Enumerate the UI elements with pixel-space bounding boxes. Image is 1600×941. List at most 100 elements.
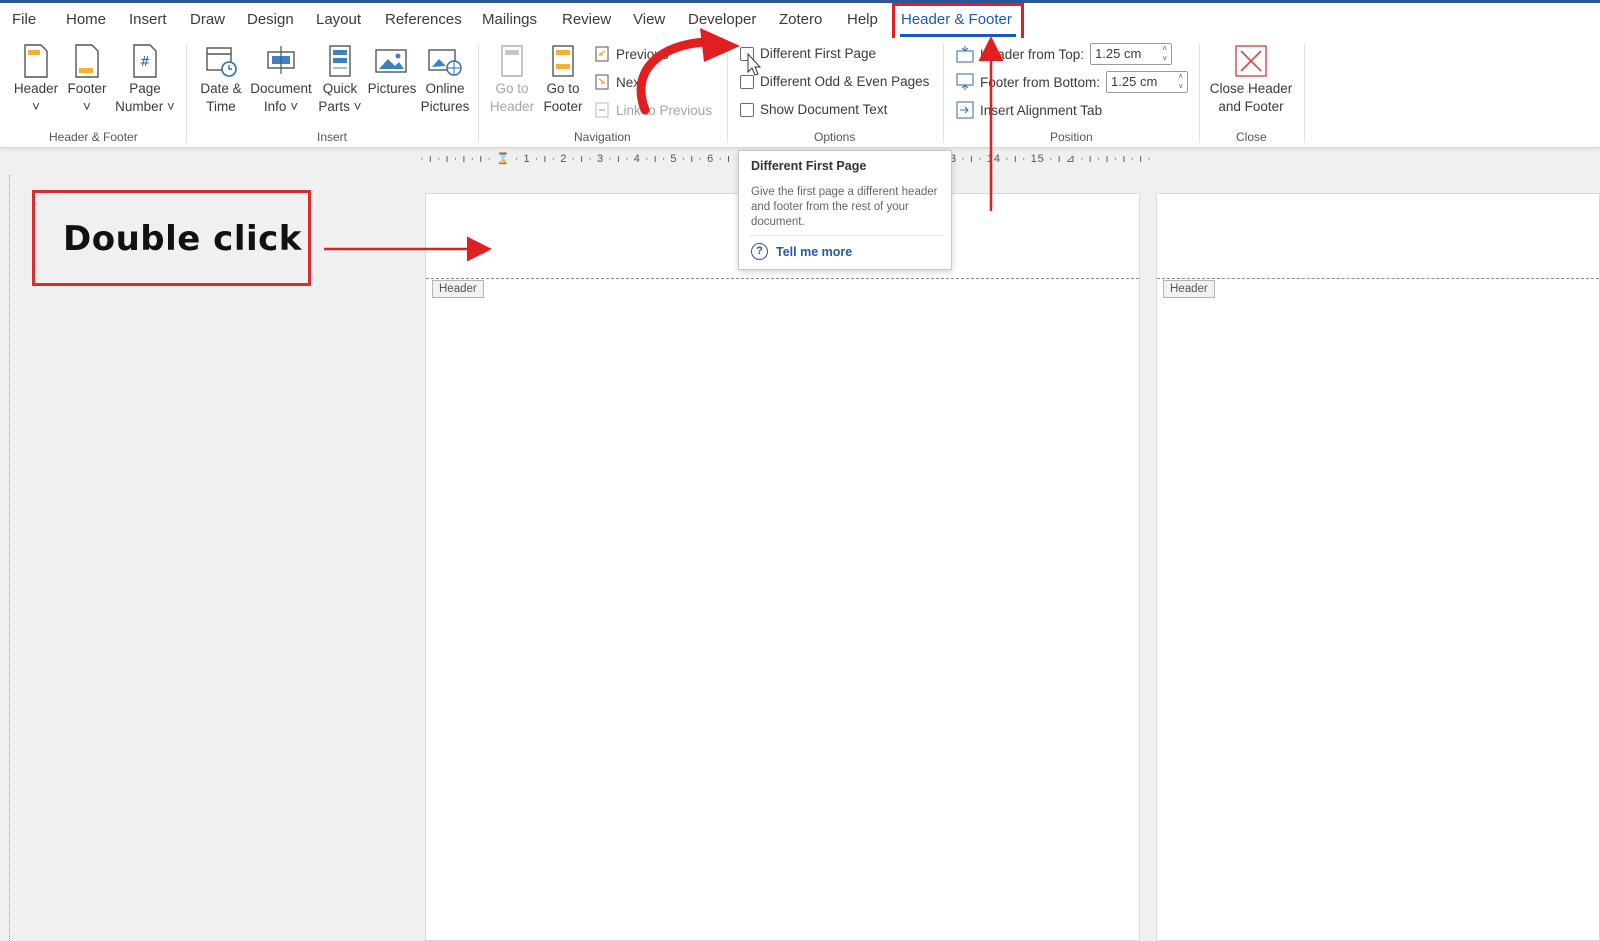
header-from-top-row: Header from Top: 1.25 cm ˄ ˅ (956, 43, 1173, 65)
header-boundary-line (426, 278, 1139, 279)
tab-layout[interactable]: Layout (316, 11, 361, 28)
different-odd-even-option[interactable]: Different Odd & Even Pages (740, 74, 929, 89)
tooltip-different-first-page: Different First Page Give the first page… (738, 150, 952, 270)
footer-button[interactable]: Footer ˅ (64, 44, 110, 116)
pictures-label: Pictures (367, 81, 417, 96)
document-page-2[interactable]: Header (1156, 193, 1600, 941)
vertical-ruler[interactable] (0, 175, 10, 941)
next-label: Next (616, 74, 644, 90)
quick-parts-button[interactable]: Quick Parts ˅ (316, 44, 364, 116)
different-first-page-option[interactable]: Different First Page (740, 46, 876, 61)
different-odd-even-checkbox[interactable] (740, 74, 754, 89)
tooltip-title: Different First Page (751, 159, 867, 173)
page-number-button[interactable]: # Page Number ˅ (112, 44, 178, 116)
go-to-header-button[interactable]: Go to Header (486, 44, 538, 116)
spin-arrows-icon[interactable]: ˄ ˅ (1162, 44, 1167, 64)
show-document-text-option[interactable]: Show Document Text (740, 102, 887, 117)
ruler-scale-right: 3 · ı · 14 · ı · 15 · ı ⊿ · ı · ı · ı · … (950, 153, 1152, 165)
quick-parts-icon (329, 45, 351, 77)
footer-position-icon (956, 73, 974, 90)
insert-alignment-tab-label: Insert Alignment Tab (980, 102, 1103, 118)
document-info-icon (267, 46, 295, 74)
insert-alignment-tab-button[interactable]: Insert Alignment Tab (956, 101, 1102, 119)
go-to-footer-label-line1: Go to (546, 81, 580, 96)
go-to-header-label-line1: Go to (495, 81, 529, 96)
group-separator (186, 44, 187, 142)
header-from-top-input[interactable]: 1.25 cm ˄ ˅ (1090, 43, 1173, 65)
tab-developer[interactable]: Developer (688, 11, 756, 28)
date-time-button[interactable]: Date & Time (196, 44, 246, 116)
footer-from-bottom-row: Footer from Bottom: 1.25 cm ˄ ˅ (956, 71, 1189, 93)
tab-home[interactable]: Home (66, 11, 106, 28)
go-to-footer-icon (552, 45, 574, 77)
group-label-header-footer: Header & Footer (49, 130, 138, 144)
header-from-top-label: Header from Top: (980, 46, 1085, 62)
tab-zotero[interactable]: Zotero (779, 11, 822, 28)
header-tag: Header (432, 280, 484, 298)
online-pictures-button[interactable]: Online Pictures (418, 44, 472, 116)
close-icon (1235, 45, 1267, 77)
header-from-top-value: 1.25 cm (1095, 46, 1142, 61)
close-header-footer-label-line2: and Footer (1218, 99, 1284, 114)
header-button[interactable]: Header ˅ (12, 44, 60, 116)
pictures-icon (375, 49, 407, 73)
help-icon: ? (751, 243, 768, 260)
tab-mailings[interactable]: Mailings (482, 11, 537, 28)
tab-design[interactable]: Design (247, 11, 294, 28)
tab-file[interactable]: File (12, 11, 36, 28)
close-header-footer-button[interactable]: Close Header and Footer (1208, 44, 1294, 116)
document-info-label-line1: Document (250, 81, 312, 96)
footer-dropdown-chevron: ˅ (83, 99, 91, 114)
different-odd-even-label: Different Odd & Even Pages (760, 74, 930, 89)
online-pictures-label-line1: Online (425, 81, 465, 96)
page-number-label-line1: Page (129, 81, 161, 96)
tab-draw[interactable]: Draw (190, 11, 225, 28)
tell-me-more-label: Tell me more (776, 244, 853, 259)
link-to-previous-label: Link to Previous (616, 102, 713, 118)
page-number-label-line2: Number ˅ (115, 99, 175, 114)
highlight-box-header-footer-tab (892, 3, 1024, 43)
different-first-page-checkbox[interactable] (740, 46, 754, 61)
group-label-navigation: Navigation (574, 130, 631, 144)
spin-arrows-icon[interactable]: ˄ ˅ (1178, 72, 1183, 92)
group-separator (727, 44, 728, 142)
group-label-insert: Insert (317, 130, 348, 144)
header-tag: Header (1163, 280, 1215, 298)
tooltip-divider (749, 235, 943, 236)
previous-button[interactable]: Previous (594, 46, 669, 62)
tab-insert[interactable]: Insert (129, 11, 167, 28)
tooltip-body: Give the first page a different header a… (751, 186, 938, 228)
document-info-button[interactable]: Document Info ˅ (248, 44, 314, 116)
horizontal-ruler-right[interactable]: 3 · ı · 14 · ı · 15 · ı ⊿ · ı · ı · ı · … (950, 152, 1151, 170)
header-dropdown-chevron: ˅ (32, 99, 40, 114)
header-position-icon (956, 46, 974, 63)
online-pictures-label-line2: Pictures (420, 99, 470, 114)
ribbon-tab-bar: File Home Insert Draw Design Layout Refe… (0, 3, 1600, 38)
quick-parts-label-line2: Parts ˅ (318, 99, 362, 114)
header-boundary-line (1157, 278, 1599, 279)
different-first-page-label: Different First Page (760, 46, 877, 61)
next-button[interactable]: Next (594, 74, 644, 90)
show-document-text-checkbox[interactable] (740, 102, 754, 117)
svg-text:#: # (140, 55, 151, 70)
previous-icon (595, 46, 609, 62)
link-to-previous-button[interactable]: Link to Previous (594, 102, 712, 118)
pictures-button[interactable]: Pictures (364, 44, 420, 98)
group-label-options: Options (814, 130, 856, 144)
next-icon (595, 74, 609, 90)
go-to-footer-button[interactable]: Go to Footer (538, 44, 588, 116)
header-button-label: Header (13, 81, 59, 96)
group-separator (1199, 44, 1200, 142)
tab-view[interactable]: View (633, 11, 665, 28)
tab-help[interactable]: Help (847, 11, 878, 28)
calendar-clock-icon (206, 47, 237, 77)
tell-me-more-link[interactable]: ? Tell me more (751, 243, 852, 260)
footer-from-bottom-input[interactable]: 1.25 cm ˄ ˅ (1106, 71, 1189, 93)
go-to-header-icon (501, 45, 523, 77)
ruler-scale-left: · ı · ı · ı · ı · ⌛ · 1 · ı · 2 · ı · 3 … (420, 153, 732, 165)
tab-review[interactable]: Review (562, 11, 611, 28)
group-label-position: Position (1050, 130, 1093, 144)
footer-icon (75, 44, 99, 78)
tab-references[interactable]: References (385, 11, 462, 28)
document-page-1[interactable]: Header (425, 193, 1140, 941)
